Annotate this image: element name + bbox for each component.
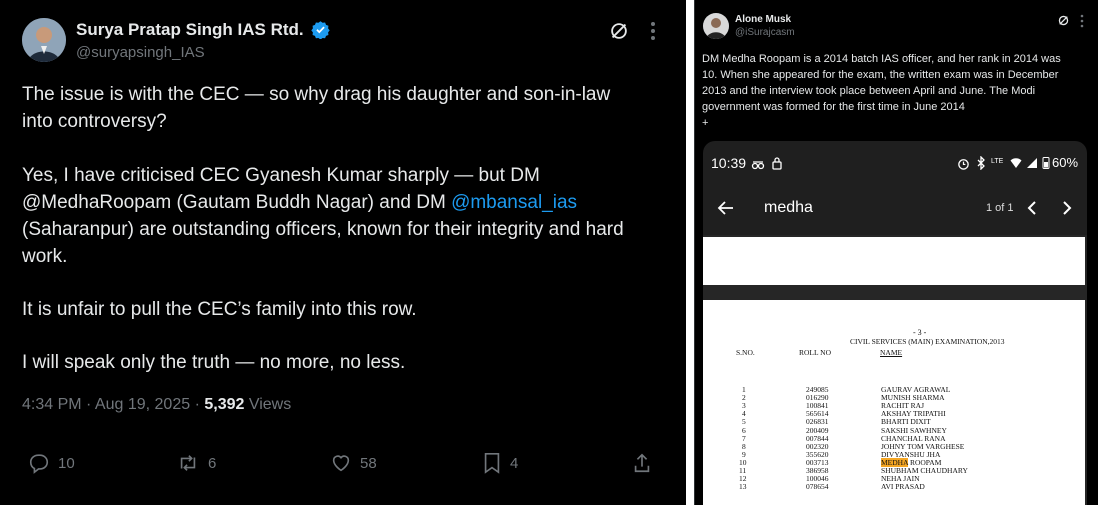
- heart-icon: [332, 455, 350, 472]
- alarm-icon: [958, 159, 969, 170]
- like-count: 58: [360, 454, 377, 472]
- tweet-line: Yes, I have criticised CEC Gyanesh Kumar…: [22, 165, 540, 186]
- status-time: 10:39: [711, 155, 747, 171]
- column-header-name: NAME: [880, 348, 903, 357]
- reply-icon: [29, 454, 49, 474]
- signal-icon: [1027, 158, 1037, 168]
- tweet-line: (Saharanpur) are outstanding officers, k…: [22, 219, 624, 240]
- verified-badge-icon: [311, 20, 331, 39]
- grok-icon[interactable]: [1057, 14, 1070, 32]
- back-arrow-icon[interactable]: [717, 199, 735, 217]
- bookmark-icon: [484, 453, 500, 474]
- bookmark-count: 4: [510, 454, 519, 472]
- tweet-line: 2013 and the interview took place betwee…: [702, 85, 1036, 97]
- tweet-line: +: [702, 117, 709, 129]
- share-button[interactable]: [632, 452, 652, 474]
- table-row: 13 078654 AVI PRASAD: [703, 483, 1085, 491]
- author-name[interactable]: Alone Musk: [735, 14, 791, 25]
- lock-icon: [772, 157, 782, 170]
- tweet-line: government was formed for the first time…: [702, 101, 965, 113]
- bookmark-button[interactable]: 4: [482, 452, 518, 474]
- avatar-photo-icon: [22, 18, 66, 62]
- tweet-paragraph-2: Yes, I have criticised CEC Gyanesh Kumar…: [22, 162, 624, 270]
- views-label: Views: [244, 396, 292, 413]
- battery-icon: [1042, 157, 1050, 169]
- share-icon: [634, 453, 650, 473]
- more-options-icon[interactable]: [648, 20, 658, 47]
- tweet-paragraph-1: The issue is with the CEC — so why drag …: [22, 81, 610, 135]
- more-options-icon[interactable]: [1079, 14, 1085, 33]
- match-count: 1 of 1: [986, 202, 1014, 214]
- like-button[interactable]: 58: [330, 452, 377, 474]
- avatar[interactable]: [22, 18, 66, 62]
- author-handle[interactable]: @suryapsingh_IAS: [76, 44, 205, 61]
- column-header-roll: ROLL NO: [799, 348, 832, 357]
- tweet-line: It is unfair to pull the CEC’s family in…: [22, 299, 417, 320]
- vpn-icon: [751, 161, 765, 170]
- author-handle[interactable]: @iSurajcasm: [735, 27, 795, 38]
- phone-screenshot[interactable]: 10:39 LTE 60% medha 1 of 1 - 3 - CIVIL S…: [703, 141, 1087, 505]
- previous-match-icon[interactable]: [1026, 200, 1038, 216]
- next-match-icon[interactable]: [1061, 200, 1073, 216]
- tweet-text-fragment: (Gautam Buddh Nagar) and DM: [171, 192, 452, 213]
- tweet-line: DM Medha Roopam is a 2014 batch IAS offi…: [702, 53, 1061, 65]
- status-bar: 10:39 LTE 60%: [703, 141, 1087, 185]
- avatar[interactable]: [703, 13, 729, 39]
- tweet-paragraph-4: I will speak only the truth — no more, n…: [22, 349, 405, 376]
- search-input[interactable]: medha: [764, 199, 813, 217]
- tweet-paragraph-3: It is unfair to pull the CEC’s family in…: [22, 296, 417, 323]
- wifi-icon: [1010, 158, 1022, 168]
- tweet-meta: 4:34 PM · Aug 19, 2025 · 5,392 Views: [22, 396, 291, 414]
- tweet-line: into controversy?: [22, 111, 167, 132]
- tweet-line: @MedhaRoopam (Gautam Buddh Nagar) and DM…: [22, 189, 624, 216]
- page-number: - 3 -: [913, 328, 927, 337]
- repost-button[interactable]: 6: [176, 452, 216, 474]
- left-tweet: Surya Pratap Singh IAS Rtd. @suryapsingh…: [0, 0, 686, 505]
- network-label: LTE: [991, 158, 1004, 165]
- row-roll: 078654: [806, 482, 829, 492]
- views-count: 5,392: [204, 396, 245, 413]
- tweet-line: work.: [22, 246, 68, 267]
- document-heading: CIVIL SERVICES (MAIN) EXAMINATION,2013: [850, 337, 1005, 346]
- reply-button[interactable]: 10: [28, 452, 75, 474]
- reply-count: 10: [58, 454, 75, 472]
- tweet-text: DM Medha Roopam is a 2014 batch IAS offi…: [702, 51, 1061, 131]
- author-name[interactable]: Surya Pratap Singh IAS Rtd.: [76, 20, 331, 40]
- mention-link[interactable]: @MedhaRoopam: [22, 192, 171, 213]
- battery-percent: 60%: [1052, 155, 1079, 170]
- repost-count: 6: [208, 454, 217, 472]
- column-header-sno: S.NO.: [736, 348, 755, 357]
- row-name: AVI PRASAD: [881, 482, 925, 492]
- grok-icon[interactable]: [608, 20, 630, 47]
- tweet-line: 10. When she appeared for the exam, the …: [702, 69, 1059, 81]
- bluetooth-icon: [977, 156, 985, 170]
- row-sno: 13: [739, 482, 747, 492]
- search-toolbar: medha 1 of 1: [703, 185, 1087, 235]
- tweet-line: The issue is with the CEC — so why drag …: [22, 84, 611, 105]
- repost-icon: [180, 455, 196, 471]
- mention-link[interactable]: @mbansal_ias: [451, 192, 577, 213]
- tweet-line: I will speak only the truth — no more, n…: [22, 352, 406, 373]
- tweet-timestamp[interactable]: 4:34 PM · Aug 19, 2025 ·: [22, 396, 204, 413]
- pdf-page: - 3 - CIVIL SERVICES (MAIN) EXAMINATION,…: [703, 300, 1085, 505]
- avatar-photo-icon: [703, 13, 729, 39]
- pdf-page-previous: [703, 237, 1085, 285]
